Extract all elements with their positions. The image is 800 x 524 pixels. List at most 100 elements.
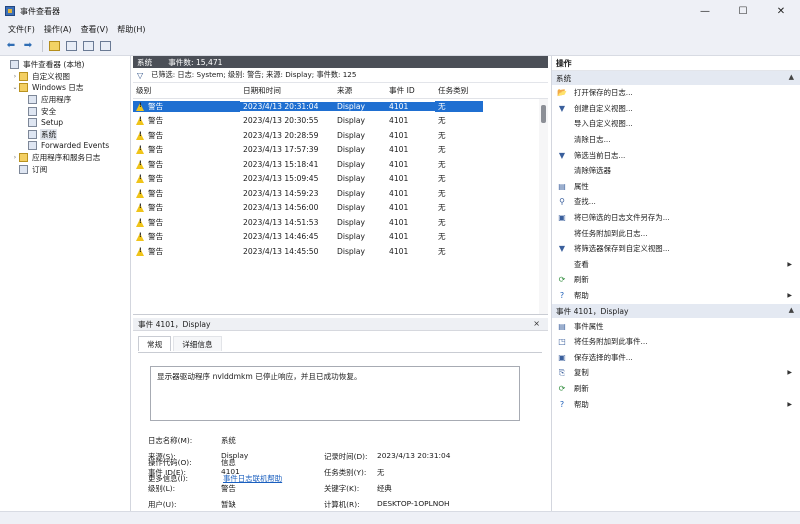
- tree-item[interactable]: 系统: [0, 128, 130, 141]
- column-source[interactable]: 来源: [334, 85, 386, 96]
- action-item[interactable]: ▣ 保存选择的事件...: [552, 350, 800, 366]
- event-row[interactable]: 警告 2023/4/13 15:18:41 Display 4101 无: [133, 157, 548, 172]
- menu-view[interactable]: 查看(V): [77, 24, 113, 35]
- column-event-id[interactable]: 事件 ID: [386, 85, 435, 96]
- action-item[interactable]: 将任务附加到此日志...: [552, 225, 800, 241]
- action-item[interactable]: ▤ 属性: [552, 179, 800, 195]
- forward-arrow-icon[interactable]: ➡: [21, 39, 35, 53]
- cell-task-category: 无: [438, 174, 446, 184]
- column-level[interactable]: 级别: [133, 85, 240, 96]
- help-pane-icon[interactable]: [81, 39, 95, 53]
- cell-task-category: 无: [438, 130, 446, 140]
- log-icon: [28, 118, 37, 128]
- back-arrow-icon[interactable]: ⬅: [4, 39, 18, 53]
- event-row[interactable]: 警告 2023/4/13 20:28:59 Display 4101 无: [133, 128, 548, 143]
- menu-file[interactable]: 文件(F): [4, 24, 39, 35]
- action-item[interactable]: ◳ 将任务附加到此事件...: [552, 334, 800, 350]
- maximize-button[interactable]: ☐: [724, 0, 762, 22]
- tree-item[interactable]: 事件查看器 (本地): [0, 59, 130, 71]
- action-item[interactable]: 清除筛选器: [552, 163, 800, 179]
- warning-icon: [136, 174, 145, 184]
- prop-task-category-value: 无: [377, 468, 385, 477]
- level-text: 警告: [148, 217, 164, 227]
- tree-item[interactable]: › 自定义视图: [0, 71, 130, 83]
- tree-item[interactable]: 安全: [0, 105, 130, 117]
- action-item[interactable]: ▼ 创建自定义视图...: [552, 101, 800, 117]
- cell-task-category: 无: [438, 203, 446, 213]
- cell-level: 警告: [133, 217, 240, 228]
- prop-computer-value: DESKTOP-1OPLNOH: [377, 499, 450, 508]
- action-item[interactable]: 清除日志...: [552, 132, 800, 148]
- expand-chevron-icon[interactable]: ›: [11, 154, 19, 161]
- actions-section-event[interactable]: 事件 4101，Display ▲: [552, 304, 800, 319]
- tree-item[interactable]: 订阅: [0, 163, 130, 175]
- action-icon: ⚲: [559, 197, 565, 207]
- event-row[interactable]: 警告 2023/4/13 14:46:45 Display 4101 无: [133, 230, 548, 245]
- collapse-caret-icon[interactable]: ▲: [789, 306, 794, 314]
- event-row[interactable]: 警告 2023/4/13 20:30:55 Display 4101 无: [133, 114, 548, 129]
- event-row[interactable]: 警告 2023/4/13 14:51:53 Display 4101 无: [133, 215, 548, 230]
- cell-level: 警告: [133, 173, 240, 184]
- event-row[interactable]: 警告 2023/4/13 20:31:04Display4101无: [133, 99, 548, 114]
- actions-section-log[interactable]: 系统 ▲: [552, 71, 800, 85]
- tree-item[interactable]: › 应用程序和服务日志: [0, 152, 130, 164]
- action-item[interactable]: ▤ 事件属性: [552, 318, 800, 334]
- event-row[interactable]: 警告 2023/4/13 14:45:50 Display 4101 无: [133, 244, 548, 259]
- event-log-online-help-link[interactable]: 事件日志联机帮助: [223, 473, 282, 484]
- menu-help[interactable]: 帮助(H): [113, 24, 149, 35]
- cell-level: 警告: [133, 231, 240, 242]
- cell-datetime: 2023/4/13 17:57:39: [243, 145, 319, 155]
- cell-level: 警告: [133, 144, 240, 155]
- cell-datetime: 2023/4/13 20:30:55: [243, 116, 319, 126]
- column-task-category[interactable]: 任务类别: [435, 85, 483, 96]
- cell-task-category: 无: [438, 159, 446, 169]
- action-item[interactable]: ? 帮助 ▶: [552, 288, 800, 304]
- action-item[interactable]: 导入自定义视图...: [552, 116, 800, 132]
- grid-scrollbar[interactable]: [539, 99, 548, 314]
- action-item[interactable]: ▣ 将已筛选的日志文件另存为...: [552, 210, 800, 226]
- tree-item[interactable]: Setup: [0, 117, 130, 129]
- cell-task-category: 无: [438, 232, 446, 242]
- menu-action[interactable]: 操作(A): [40, 24, 76, 35]
- tab-details[interactable]: 详细信息: [173, 336, 222, 351]
- expand-chevron-icon[interactable]: ›: [11, 73, 19, 80]
- tree-item[interactable]: Forwarded Events: [0, 140, 130, 152]
- action-label: 事件属性: [574, 321, 604, 331]
- level-text: 警告: [148, 232, 164, 242]
- event-row[interactable]: 警告 2023/4/13 14:56:00 Display 4101 无: [133, 201, 548, 216]
- tree-item-label: Windows 日志: [32, 83, 84, 93]
- tree-item[interactable]: ⌄ Windows 日志: [0, 82, 130, 94]
- column-datetime[interactable]: 日期和时间: [240, 85, 334, 96]
- cell-datetime: 2023/4/13 14:45:50: [243, 246, 319, 256]
- close-button[interactable]: ✕: [762, 0, 800, 22]
- show-hide-action-pane-icon[interactable]: [98, 39, 112, 53]
- minimize-button[interactable]: —: [686, 0, 724, 22]
- log-icon: [28, 95, 37, 105]
- tab-general[interactable]: 常规: [138, 336, 172, 351]
- cell-datetime: 2023/4/13 20:31:04: [240, 101, 334, 111]
- tree-item-label: Forwarded Events: [41, 141, 110, 151]
- action-item[interactable]: ▼ 将筛选器保存到自定义视图...: [552, 241, 800, 257]
- action-item[interactable]: ⟳ 刷新: [552, 381, 800, 397]
- event-row[interactable]: 警告 2023/4/13 14:59:23 Display 4101 无: [133, 186, 548, 201]
- cell-source: Display: [337, 145, 365, 155]
- detail-close-button[interactable]: ×: [533, 319, 540, 328]
- action-item[interactable]: ⟳ 刷新: [552, 272, 800, 288]
- cell-event-id: 4101: [386, 101, 435, 111]
- action-item[interactable]: 📂 打开保存的日志...: [552, 85, 800, 101]
- folder-up-icon[interactable]: [47, 39, 61, 53]
- action-item[interactable]: ? 帮助 ▶: [552, 396, 800, 412]
- grid-scrollbar-thumb[interactable]: [541, 105, 546, 123]
- action-label: 清除筛选器: [574, 166, 611, 176]
- event-row[interactable]: 警告 2023/4/13 15:09:45 Display 4101 无: [133, 172, 548, 187]
- expand-chevron-icon[interactable]: ⌄: [11, 84, 19, 91]
- action-item[interactable]: ⎘ 复制 ▶: [552, 365, 800, 381]
- action-item[interactable]: ⚲ 查找...: [552, 194, 800, 210]
- collapse-caret-icon[interactable]: ▲: [789, 73, 794, 81]
- properties-icon[interactable]: [64, 39, 78, 53]
- level-text: 警告: [148, 116, 164, 126]
- action-item[interactable]: 查看 ▶: [552, 257, 800, 273]
- tree-item[interactable]: 应用程序: [0, 94, 130, 106]
- action-item[interactable]: ▼ 筛选当前日志...: [552, 147, 800, 163]
- event-row[interactable]: 警告 2023/4/13 17:57:39 Display 4101 无: [133, 143, 548, 158]
